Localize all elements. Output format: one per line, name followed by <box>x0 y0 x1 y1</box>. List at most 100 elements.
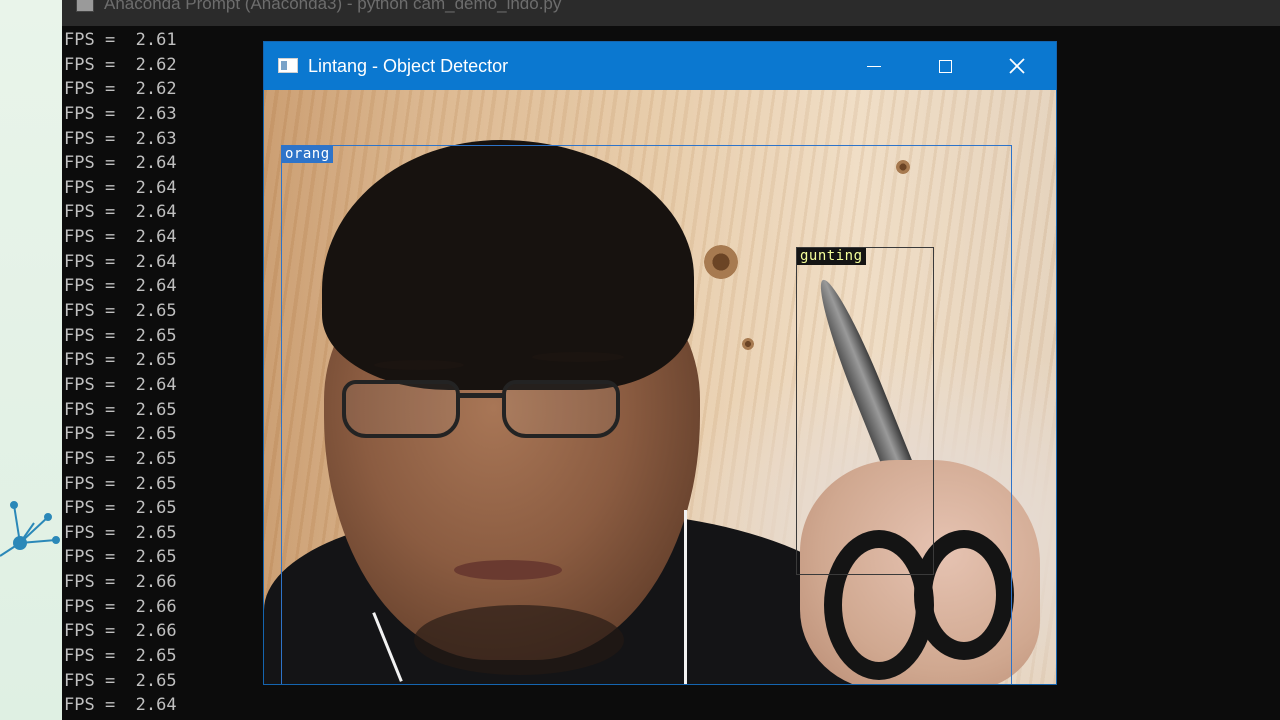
object-detector-window[interactable]: Lintang - Object Detector orang gunting <box>264 42 1056 684</box>
maximize-icon <box>938 59 952 73</box>
fps-value: 2.65 <box>135 399 177 420</box>
console-line: FPS = 2.65 <box>64 545 177 570</box>
fps-label: FPS = <box>64 177 116 198</box>
network-node-icon <box>0 501 60 557</box>
fps-label: FPS = <box>64 646 116 667</box>
fps-label: FPS = <box>64 103 116 124</box>
fps-value: 2.62 <box>135 79 177 100</box>
console-line: FPS = 2.62 <box>64 77 177 102</box>
minimize-button[interactable] <box>838 42 910 90</box>
fps-value: 2.65 <box>135 547 177 568</box>
fps-label: FPS = <box>64 251 116 272</box>
desktop-background <box>0 0 62 720</box>
console-line: FPS = 2.64 <box>64 373 177 398</box>
console-line: FPS = 2.64 <box>64 176 177 201</box>
console-line: FPS = 2.64 <box>64 274 177 299</box>
fps-value: 2.65 <box>135 670 177 691</box>
fps-value: 2.66 <box>135 572 177 593</box>
fps-label: FPS = <box>64 473 116 494</box>
fps-label: FPS = <box>64 350 116 371</box>
fps-value: 2.65 <box>135 350 177 371</box>
fps-label: FPS = <box>64 128 116 149</box>
fps-label: FPS = <box>64 448 116 469</box>
console-line: FPS = 2.66 <box>64 619 177 644</box>
fps-value: 2.64 <box>135 227 177 248</box>
fps-label: FPS = <box>64 621 116 642</box>
fps-label: FPS = <box>64 202 116 223</box>
console-title: Anaconda Prompt (Anaconda3) - python cam… <box>104 0 562 13</box>
fps-value: 2.65 <box>135 301 177 322</box>
fps-value: 2.65 <box>135 325 177 346</box>
detection-label-scissors: gunting <box>797 248 866 265</box>
fps-value: 2.65 <box>135 498 177 519</box>
console-line: FPS = 2.65 <box>64 422 177 447</box>
fps-label: FPS = <box>64 227 116 248</box>
console-line: FPS = 2.64 <box>64 200 177 225</box>
fps-label: FPS = <box>64 30 116 50</box>
fps-value: 2.66 <box>135 621 177 642</box>
console-line: FPS = 2.64 <box>64 151 177 176</box>
console-line: FPS = 2.65 <box>64 644 177 669</box>
console-line: FPS = 2.65 <box>64 299 177 324</box>
minimize-icon <box>867 65 881 67</box>
fps-value: 2.65 <box>135 646 177 667</box>
fps-label: FPS = <box>64 54 116 75</box>
fps-value: 2.64 <box>135 202 177 223</box>
fps-value: 2.64 <box>135 695 177 716</box>
console-line: FPS = 2.64 <box>64 225 177 250</box>
fps-label: FPS = <box>64 374 116 395</box>
close-icon <box>1009 58 1025 74</box>
fps-label: FPS = <box>64 547 116 568</box>
console-line: FPS = 2.65 <box>64 669 177 694</box>
fps-label: FPS = <box>64 572 116 593</box>
fps-value: 2.65 <box>135 473 177 494</box>
fps-label: FPS = <box>64 399 116 420</box>
fps-value: 2.61 <box>135 30 177 50</box>
fps-value: 2.63 <box>135 103 177 124</box>
fps-label: FPS = <box>64 276 116 297</box>
console-line: FPS = 2.61 <box>64 28 177 53</box>
console-line: FPS = 2.63 <box>64 127 177 152</box>
fps-label: FPS = <box>64 79 116 100</box>
fps-value: 2.64 <box>135 276 177 297</box>
close-button[interactable] <box>981 42 1053 90</box>
detector-titlebar[interactable]: Lintang - Object Detector <box>264 42 1056 90</box>
fps-value: 2.64 <box>135 374 177 395</box>
fps-label: FPS = <box>64 498 116 519</box>
console-line: FPS = 2.65 <box>64 324 177 349</box>
fps-value: 2.65 <box>135 424 177 445</box>
fps-value: 2.64 <box>135 177 177 198</box>
fps-value: 2.62 <box>135 54 177 75</box>
fps-value: 2.65 <box>135 448 177 469</box>
console-line: FPS = 2.64 <box>64 693 177 718</box>
fps-label: FPS = <box>64 325 116 346</box>
console-line: FPS = 2.65 <box>64 398 177 423</box>
fps-label: FPS = <box>64 522 116 543</box>
console-line: FPS = 2.66 <box>64 570 177 595</box>
fps-value: 2.65 <box>135 522 177 543</box>
console-line: FPS = 2.65 <box>64 472 177 497</box>
console-app-icon <box>76 0 94 12</box>
detection-label-person: orang <box>282 146 333 163</box>
fps-value: 2.66 <box>135 596 177 617</box>
console-line: FPS = 2.65 <box>64 521 177 546</box>
detector-title: Lintang - Object Detector <box>308 56 509 76</box>
fps-label: FPS = <box>64 695 116 716</box>
fps-label: FPS = <box>64 301 116 322</box>
window-app-icon <box>278 58 298 73</box>
fps-value: 2.64 <box>135 153 177 174</box>
maximize-button[interactable] <box>909 42 981 90</box>
fps-value: 2.63 <box>135 128 177 149</box>
bounding-box-scissors: gunting <box>796 247 934 575</box>
fps-label: FPS = <box>64 596 116 617</box>
console-line: FPS = 2.66 <box>64 595 177 620</box>
fps-label: FPS = <box>64 153 116 174</box>
console-line: FPS = 2.65 <box>64 496 177 521</box>
camera-feed: orang gunting <box>264 90 1056 684</box>
console-titlebar[interactable]: Anaconda Prompt (Anaconda3) - python cam… <box>62 0 1280 26</box>
console-line: FPS = 2.63 <box>64 102 177 127</box>
console-line: FPS = 2.62 <box>64 53 177 78</box>
fps-label: FPS = <box>64 670 116 691</box>
console-line: FPS = 2.65 <box>64 348 177 373</box>
fps-label: FPS = <box>64 424 116 445</box>
